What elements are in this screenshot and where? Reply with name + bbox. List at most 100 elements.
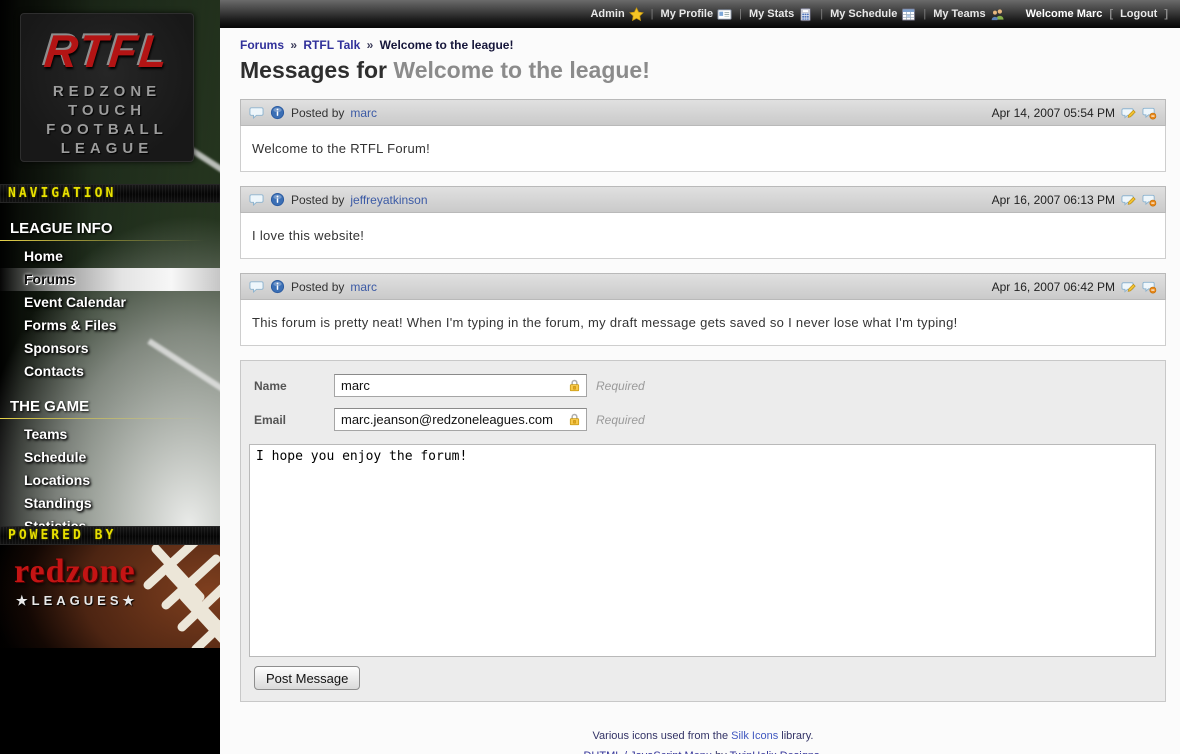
- separator: |: [651, 8, 654, 20]
- schedule-icon: [901, 7, 916, 22]
- name-label: Name: [254, 379, 334, 393]
- sidebar-navigation: LEAGUE INFO Home Forums Event Calendar F…: [0, 214, 220, 538]
- posted-by-label: Posted by: [291, 106, 344, 120]
- separator: |: [820, 8, 823, 20]
- edit-message-icon[interactable]: [1121, 279, 1136, 294]
- logout-link[interactable]: Logout: [1120, 8, 1157, 20]
- author-link[interactable]: marc: [350, 106, 377, 120]
- section-gap: [0, 383, 220, 392]
- edit-message-icon[interactable]: [1121, 192, 1136, 207]
- footer-text: by: [712, 750, 730, 754]
- post-message-button[interactable]: Post Message: [254, 666, 360, 690]
- bracket: ]: [1164, 8, 1168, 20]
- name-input-wrap: [334, 374, 587, 397]
- breadcrumb-separator: »: [364, 38, 377, 52]
- sidebar-item-forms-files[interactable]: Forms & Files: [0, 314, 220, 337]
- delete-message-icon[interactable]: [1142, 192, 1157, 207]
- my-profile-link[interactable]: My Profile: [661, 7, 733, 22]
- post-message-form: Name Required Email Required I hope you …: [240, 360, 1166, 702]
- logo-line: LEAGUE: [21, 139, 193, 158]
- message-textarea[interactable]: I hope you enjoy the forum!: [249, 444, 1156, 657]
- name-input[interactable]: [334, 374, 587, 397]
- group-icon: [990, 7, 1005, 22]
- section-underline: [0, 240, 205, 241]
- message-header: Posted by marc Apr 16, 2007 06:42 PM: [240, 273, 1166, 300]
- comment-icon: [249, 105, 264, 120]
- my-schedule-link[interactable]: My Schedule: [830, 7, 916, 22]
- footer-text: library.: [778, 730, 813, 742]
- sidebar-item-contacts[interactable]: Contacts: [0, 360, 220, 383]
- star-icon: [629, 7, 644, 22]
- logo-line: REDZONE: [21, 82, 193, 101]
- logo-text: REDZONE TOUCH FOOTBALL LEAGUE: [21, 82, 193, 158]
- logo-line: FOOTBALL: [21, 120, 193, 139]
- admin-label: Admin: [590, 8, 624, 20]
- lock-icon: [567, 378, 582, 393]
- breadcrumb-forums-link[interactable]: Forums: [240, 38, 284, 52]
- calculator-icon: [798, 7, 813, 22]
- author-link[interactable]: jeffreyatkinson: [350, 193, 427, 207]
- sidebar-item-locations[interactable]: Locations: [0, 469, 220, 492]
- redzone-leagues-banner[interactable]: redzone ★LEAGUES★: [0, 545, 220, 648]
- section-title-the-game: THE GAME: [0, 392, 220, 418]
- message-date: Apr 16, 2007 06:42 PM: [992, 280, 1115, 294]
- message-body: Welcome to the RTFL Forum!: [240, 126, 1166, 172]
- sidebar-item-standings[interactable]: Standings: [0, 492, 220, 515]
- email-row: Email Required: [245, 408, 1161, 431]
- breadcrumb-separator: »: [287, 38, 300, 52]
- admin-link[interactable]: Admin: [590, 7, 643, 22]
- vcard-icon: [717, 7, 732, 22]
- message-header: Posted by jeffreyatkinson Apr 16, 2007 0…: [240, 186, 1166, 213]
- separator: |: [923, 8, 926, 20]
- delete-message-icon[interactable]: [1142, 279, 1157, 294]
- message-body: I love this website!: [240, 213, 1166, 259]
- name-row: Name Required: [245, 374, 1161, 397]
- forum-message: Posted by marc Apr 16, 2007 06:42 PM Thi…: [240, 273, 1166, 346]
- sidebar-item-teams[interactable]: Teams: [0, 423, 220, 446]
- message-date: Apr 16, 2007 06:13 PM: [992, 193, 1115, 207]
- comment-icon: [249, 279, 264, 294]
- breadcrumb: Forums » RTFL Talk » Welcome to the leag…: [240, 38, 1166, 52]
- sidebar-item-forums[interactable]: Forums: [0, 268, 220, 291]
- rtfl-logo[interactable]: RTFL REDZONE TOUCH FOOTBALL LEAGUE: [20, 13, 194, 162]
- sidebar-item-event-calendar[interactable]: Event Calendar: [0, 291, 220, 314]
- my-schedule-label: My Schedule: [830, 8, 897, 20]
- delete-message-icon[interactable]: [1142, 105, 1157, 120]
- breadcrumb-rtfl-talk-link[interactable]: RTFL Talk: [303, 38, 360, 52]
- required-label: Required: [596, 379, 645, 393]
- dhtml-menu-link[interactable]: DHTML / JavaScript Menu: [583, 750, 712, 754]
- redzone-leagues-text: ★LEAGUES★: [16, 593, 138, 609]
- bracket: [: [1109, 8, 1113, 20]
- info-icon[interactable]: [270, 105, 285, 120]
- author-link[interactable]: marc: [350, 280, 377, 294]
- edit-message-icon[interactable]: [1121, 105, 1136, 120]
- twinhelix-link[interactable]: TwinHelix Designs: [730, 750, 820, 754]
- email-input[interactable]: [334, 408, 587, 431]
- page-title-prefix: Messages for: [240, 57, 393, 83]
- info-icon[interactable]: [270, 279, 285, 294]
- navigation-led-banner: NAVIGATION: [0, 184, 220, 203]
- footer-text: .: [819, 750, 822, 754]
- forum-message: Posted by jeffreyatkinson Apr 16, 2007 0…: [240, 186, 1166, 259]
- my-teams-link[interactable]: My Teams: [933, 7, 1004, 22]
- message-date: Apr 14, 2007 05:54 PM: [992, 106, 1115, 120]
- forum-message: Posted by marc Apr 14, 2007 05:54 PM Wel…: [240, 99, 1166, 172]
- posted-by-label: Posted by: [291, 280, 344, 294]
- breadcrumb-current: Welcome to the league!: [380, 38, 514, 52]
- sidebar-item-sponsors[interactable]: Sponsors: [0, 337, 220, 360]
- footer-text: Various icons used from the: [593, 730, 732, 742]
- sidebar: RTFL REDZONE TOUCH FOOTBALL LEAGUE NAVIG…: [0, 0, 220, 754]
- page-title: Messages for Welcome to the league!: [240, 57, 1166, 84]
- silk-icons-link[interactable]: Silk Icons: [731, 730, 778, 742]
- separator: |: [739, 8, 742, 20]
- info-icon[interactable]: [270, 192, 285, 207]
- logo-acronym: RTFL: [19, 28, 196, 74]
- sidebar-item-home[interactable]: Home: [0, 245, 220, 268]
- footer-line-icons: Various icons used from the Silk Icons l…: [240, 726, 1166, 746]
- section-underline: [0, 418, 205, 419]
- my-stats-link[interactable]: My Stats: [749, 7, 813, 22]
- lock-icon: [567, 412, 582, 427]
- required-label: Required: [596, 413, 645, 427]
- sidebar-item-schedule[interactable]: Schedule: [0, 446, 220, 469]
- footer-line-menu: DHTML / JavaScript Menu by TwinHelix Des…: [240, 746, 1166, 754]
